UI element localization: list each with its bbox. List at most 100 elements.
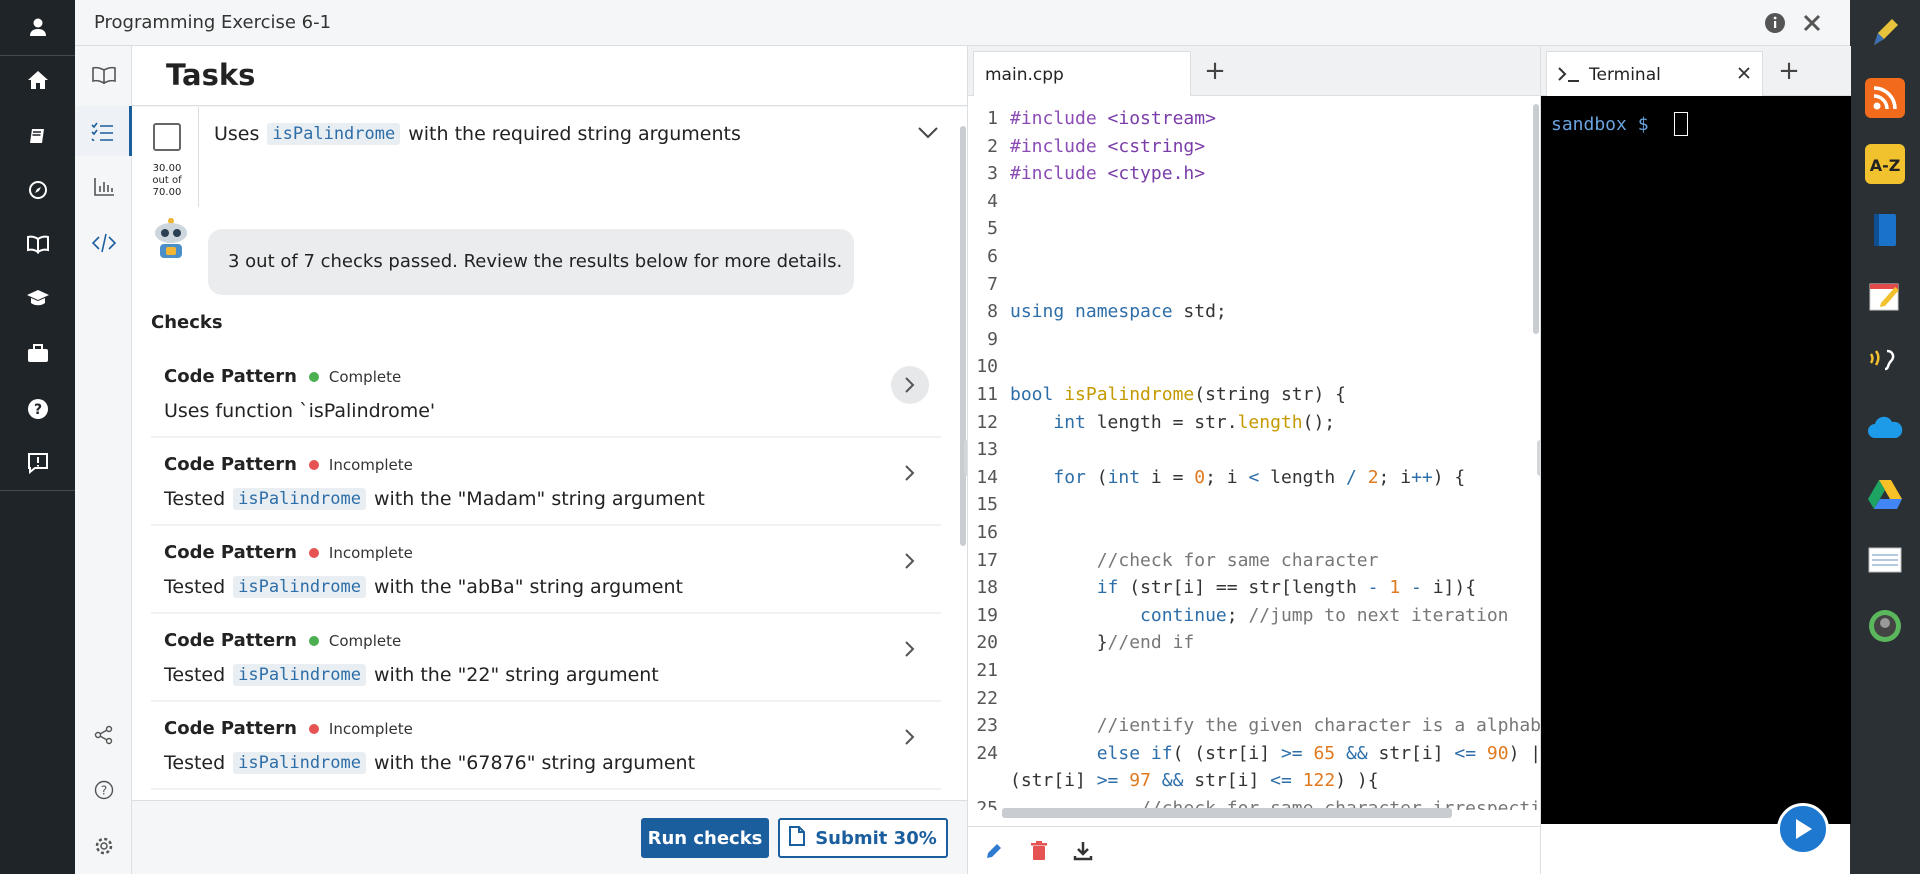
line-number: 1 — [987, 108, 998, 129]
status-badge: Incomplete — [328, 543, 413, 562]
svg-text:A-Z: A-Z — [1870, 156, 1901, 175]
tasks-list-icon[interactable] — [75, 106, 132, 156]
feedback-icon[interactable] — [0, 440, 75, 486]
help-icon[interactable]: ? — [0, 386, 75, 432]
check-item[interactable]: Code Pattern Complete Uses function `isPal… — [151, 352, 941, 438]
check-title: Code Pattern Incomplete — [164, 542, 413, 563]
bot-message: 3 out of 7 checks passed. Review the res… — [208, 229, 854, 295]
line-number: 21 — [976, 660, 998, 681]
line-number: 18 — [976, 577, 998, 599]
code-line: using namespace std; — [1010, 301, 1227, 323]
line-number: 22 — [976, 687, 998, 709]
editor-vscrollbar[interactable] — [1533, 104, 1539, 334]
line-number: 2 — [987, 135, 998, 157]
code-line: //check for same character — [1096, 549, 1379, 571]
line-number: 25 — [976, 798, 998, 810]
book-icon[interactable] — [75, 50, 132, 100]
drive-app-icon[interactable] — [1865, 474, 1905, 514]
user-icon[interactable] — [0, 4, 75, 50]
terminal-screen[interactable]: sandbox $ — [1541, 96, 1851, 824]
editor-hscrollbar[interactable] — [1002, 808, 1452, 818]
status-badge: Incomplete — [328, 719, 413, 738]
tab-main-cpp[interactable]: main.cpp — [973, 51, 1191, 96]
code-icon[interactable] — [75, 218, 132, 268]
code-content[interactable]: 1 #include <iostream> 2 #include <cstring> 3… — [968, 96, 1541, 810]
task-checkbox[interactable] — [153, 123, 181, 151]
chart-icon[interactable] — [75, 162, 132, 212]
play-button[interactable] — [1777, 803, 1829, 855]
trash-icon[interactable] — [1027, 839, 1051, 863]
chevron-down-icon[interactable] — [917, 125, 939, 144]
task-score: 30.00 out of 70.00 — [152, 163, 182, 198]
code-line: continue; //jump to next iteration — [1140, 604, 1509, 626]
status-dot-icon — [308, 723, 319, 734]
home-icon[interactable] — [0, 57, 75, 103]
compass-icon[interactable] — [0, 167, 75, 213]
chevron-right-icon[interactable] — [891, 366, 929, 404]
avatar-app-icon[interactable] — [1865, 606, 1905, 646]
tasks-panel: Tasks 30.00 out of 70.00 Uses isPalindro… — [132, 46, 967, 874]
briefcase-icon[interactable] — [0, 331, 75, 377]
editor-toolbar — [968, 826, 1541, 874]
line-number: 5 — [987, 218, 998, 240]
tab-terminal[interactable]: Terminal — [1546, 51, 1763, 96]
check-item[interactable]: Code Pattern Incomplete Tested isPalindrome… — [151, 440, 941, 526]
status-dot-icon — [308, 547, 319, 558]
books-icon[interactable] — [0, 113, 75, 159]
dictionary-app-icon[interactable]: A-Z — [1865, 144, 1905, 184]
close-icon[interactable] — [1799, 10, 1825, 36]
line-number: 23 — [976, 715, 998, 737]
code-line: (str[i] >= 97 && str[i] <= 122) ){ — [1010, 770, 1379, 792]
check-item[interactable]: Code Pattern Incomplete Tested isPalindrome… — [151, 528, 941, 614]
read-aloud-app-icon[interactable] — [1865, 342, 1905, 382]
settings-icon[interactable] — [75, 821, 132, 871]
tasks-title: Tasks — [166, 58, 256, 92]
add-tab-icon[interactable]: + — [1200, 56, 1230, 86]
pencil-icon[interactable] — [982, 839, 1006, 863]
run-checks-button[interactable]: Run checks — [641, 818, 769, 858]
chevron-right-icon[interactable] — [891, 630, 929, 668]
task-item[interactable]: 30.00 out of 70.00 Uses isPalindrome wit… — [132, 107, 967, 207]
status-dot-icon — [308, 635, 319, 646]
pen-app-icon[interactable] — [1865, 12, 1905, 52]
line-number: 11 — [976, 384, 998, 405]
line-number: 8 — [987, 301, 998, 323]
line-number: 19 — [976, 604, 998, 626]
check-description: Tested isPalindrome with the "Madam" strin… — [164, 488, 705, 510]
notepad-app-icon[interactable] — [1865, 540, 1905, 580]
terminal-panel: Terminal + sandbox $ — [1540, 46, 1851, 874]
line-number: 3 — [987, 163, 998, 185]
chevron-right-icon[interactable] — [891, 718, 929, 756]
rss-app-icon[interactable] — [1865, 78, 1905, 118]
help-circle-icon[interactable]: ? — [75, 765, 132, 815]
svg-text:?: ? — [100, 784, 106, 798]
line-number: 14 — [976, 466, 998, 488]
check-item[interactable]: Code Pattern Complete Tested isPalindrome wi… — [151, 616, 941, 702]
svg-text:?: ? — [33, 402, 41, 418]
info-icon[interactable] — [1762, 10, 1788, 36]
line-number: 24 — [976, 742, 998, 764]
notes-app-icon[interactable] — [1865, 276, 1905, 316]
terminal-tabbar: Terminal + — [1541, 46, 1851, 96]
cloud-app-icon[interactable] — [1865, 408, 1905, 448]
document-icon — [789, 825, 806, 851]
code-line: bool isPalindrome(string str) { — [1010, 384, 1346, 405]
book-open-icon[interactable] — [0, 221, 75, 267]
code-line: int length = str.length(); — [1053, 411, 1336, 433]
close-tab-icon[interactable] — [1737, 65, 1751, 84]
download-icon[interactable] — [1071, 839, 1095, 863]
ebook-app-icon[interactable] — [1865, 210, 1905, 250]
app-nav: ? — [0, 0, 75, 874]
graduation-cap-icon[interactable] — [0, 275, 75, 321]
tasks-scrollbar[interactable] — [960, 126, 966, 546]
window-title: Programming Exercise 6-1 — [94, 12, 332, 33]
share-icon[interactable] — [75, 710, 132, 760]
check-title: Code Pattern Complete — [164, 630, 402, 651]
submit-button[interactable]: Submit 30% — [778, 818, 948, 858]
chevron-right-icon[interactable] — [891, 542, 929, 580]
checks-heading: Checks — [151, 312, 223, 333]
check-item[interactable]: Code Pattern Incomplete Tested isPalindrome… — [151, 704, 941, 790]
code-line: for (int i = 0; i < length / 2; i++) { — [1053, 466, 1466, 488]
chevron-right-icon[interactable] — [891, 454, 929, 492]
add-terminal-icon[interactable]: + — [1774, 56, 1804, 86]
